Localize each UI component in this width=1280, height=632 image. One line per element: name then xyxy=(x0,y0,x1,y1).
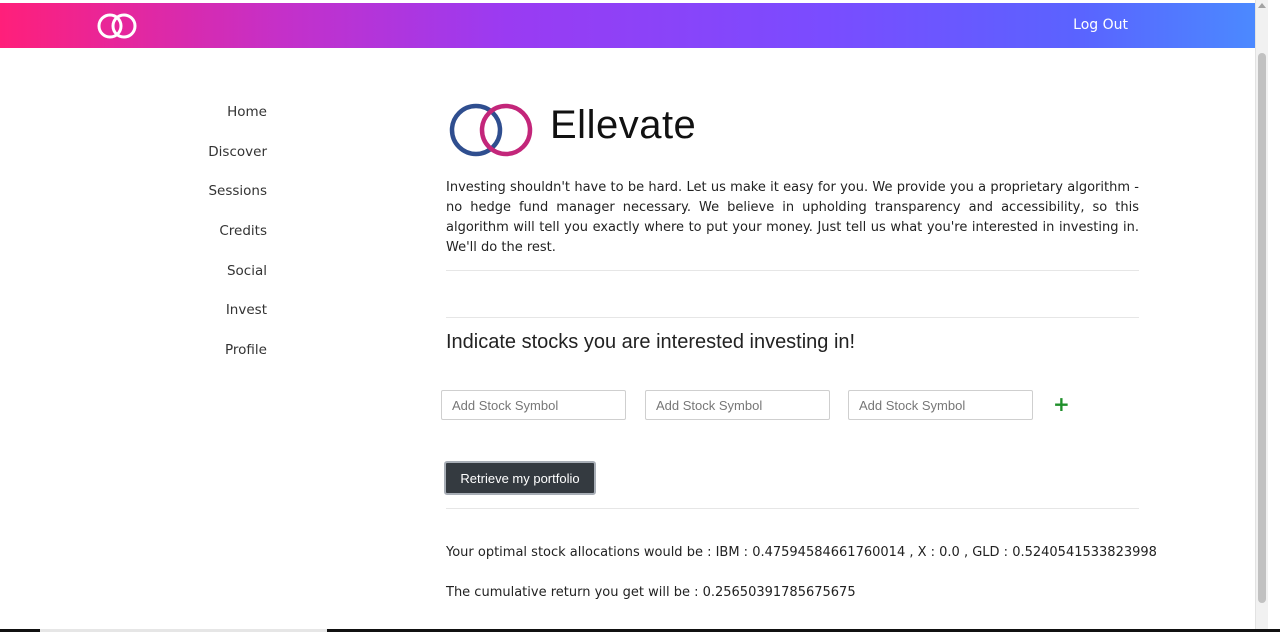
stock-symbol-input-2[interactable] xyxy=(645,390,830,420)
sidebar-item-social[interactable]: Social xyxy=(150,255,267,295)
sidebar-item-profile[interactable]: Profile xyxy=(150,334,267,374)
allocations-result: Your optimal stock allocations would be … xyxy=(446,545,1157,560)
sidebar-item-invest[interactable]: Invest xyxy=(150,294,267,334)
logout-link[interactable]: Log Out xyxy=(1073,17,1128,33)
sidebar-item-home[interactable]: Home xyxy=(150,96,267,136)
sidebar-item-discover[interactable]: Discover xyxy=(150,136,267,176)
stocks-heading: Indicate stocks you are interested inves… xyxy=(446,331,856,353)
retrieve-portfolio-button[interactable]: Retrieve my portfolio xyxy=(444,461,596,495)
app-viewport: Log Out Home Discover Sessions Credits S… xyxy=(0,0,1268,632)
add-stock-button[interactable]: + xyxy=(1053,392,1070,416)
divider xyxy=(446,270,1139,271)
divider xyxy=(446,317,1139,318)
divider xyxy=(446,508,1139,509)
scrollbar-thumb[interactable] xyxy=(1258,53,1266,603)
top-navbar: Log Out xyxy=(0,3,1268,48)
sidebar-item-sessions[interactable]: Sessions xyxy=(150,175,267,215)
vertical-scrollbar[interactable] xyxy=(1255,0,1268,632)
cumulative-return-result: The cumulative return you get will be : … xyxy=(446,585,856,600)
sidebar-nav: Home Discover Sessions Credits Social In… xyxy=(150,96,267,374)
logo-wordmark: Ellevate xyxy=(550,103,697,147)
interlocking-rings-icon[interactable] xyxy=(95,12,141,40)
stock-symbol-input-3[interactable] xyxy=(848,390,1033,420)
stock-symbol-input-1[interactable] xyxy=(441,390,626,420)
brand-logo: Ellevate xyxy=(446,96,1139,162)
sidebar-item-credits[interactable]: Credits xyxy=(150,215,267,255)
ellevate-rings-icon xyxy=(449,103,533,157)
scroll-up-arrow-icon[interactable] xyxy=(1258,3,1266,8)
main-content: Ellevate Investing shouldn't have to be … xyxy=(441,96,1157,600)
intro-paragraph: Investing shouldn't have to be hard. Let… xyxy=(446,180,1139,255)
